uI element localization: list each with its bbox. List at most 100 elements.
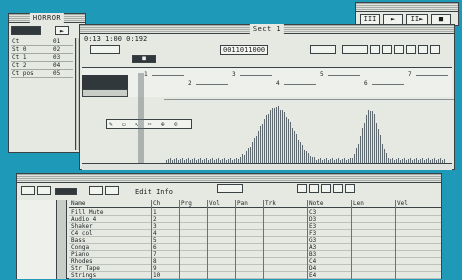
list-strip-6[interactable] <box>345 184 355 193</box>
waveform-bar <box>376 123 377 164</box>
track-row[interactable]: Ct 2 04 <box>11 62 73 70</box>
list-row[interactable]: C4 col 4 F3 <box>69 230 441 237</box>
pencil-icon[interactable]: ✎ <box>109 121 113 128</box>
list-row[interactable]: Rhodes 8 C4 <box>69 258 441 265</box>
list-header-cell[interactable]: Trk <box>265 200 276 207</box>
list-header-cell[interactable]: Prg <box>181 200 192 207</box>
snap-button[interactable] <box>310 45 336 54</box>
eraser-icon[interactable]: ▭ <box>122 121 126 128</box>
controller-waveform <box>166 106 445 164</box>
ruler-marker-label: 6 <box>364 80 368 87</box>
list-cell-name: Rhodes <box>71 258 93 265</box>
tracks-title: HORROR <box>29 13 65 23</box>
bottom-scroll[interactable] <box>82 163 452 170</box>
list-header-cell[interactable]: Pan <box>237 200 248 207</box>
tracks-arrow-button[interactable]: ► <box>55 26 69 35</box>
list-header-cell[interactable]: Name <box>71 200 85 207</box>
list-row[interactable]: Bass 5 G3 <box>69 237 441 244</box>
waveform-bar <box>278 106 279 164</box>
track-info-strip <box>82 89 128 97</box>
list-header-cell[interactable]: Vol <box>209 200 220 207</box>
list-toolbar-text: Edit Info <box>135 188 173 196</box>
list-cell: 2 <box>153 216 157 223</box>
list-titlebar[interactable] <box>17 174 441 183</box>
list-column-divider <box>307 200 308 279</box>
ruler-segment <box>372 84 404 85</box>
track-name: Ct 1 <box>12 54 27 61</box>
ruler-marker-label: 4 <box>276 80 280 87</box>
track-row[interactable]: St 0 02 <box>11 46 73 54</box>
waveform-bar <box>380 135 381 164</box>
tracks-titlebar[interactable]: HORROR <box>9 13 85 23</box>
tool-btn-c[interactable] <box>394 45 404 54</box>
list-column-divider <box>207 200 208 279</box>
tool-btn-a[interactable] <box>370 45 380 54</box>
list-btn-2[interactable] <box>37 186 51 195</box>
scissors-icon[interactable]: ✂ <box>148 121 152 128</box>
list-cell: 7 <box>153 251 157 258</box>
list-mode-button[interactable] <box>55 188 77 195</box>
controller-area[interactable] <box>164 99 454 164</box>
waveform-bar <box>280 110 281 164</box>
track-row[interactable]: Ct 1 03 <box>11 54 73 62</box>
list-row[interactable]: Strings 10 E4 <box>69 272 441 279</box>
track-row[interactable]: Ct pos 05 <box>11 70 73 78</box>
list-cell: 4 <box>153 230 157 237</box>
list-cell: C3 <box>309 209 317 216</box>
waveform-bar <box>290 122 291 164</box>
list-strip-4[interactable] <box>321 184 331 193</box>
list-row[interactable]: Audio 4 2 D3 <box>69 216 441 223</box>
list-cell-name: Str Tape <box>71 265 100 272</box>
list-btn-3[interactable] <box>89 186 103 195</box>
list-cell: F3 <box>309 230 317 237</box>
track-value: 04 <box>53 62 61 69</box>
tracks-mode-button[interactable] <box>11 26 41 35</box>
list-btn-4[interactable] <box>105 186 119 195</box>
transport-titlebar[interactable] <box>356 3 458 12</box>
list-row[interactable]: Fill Mute 1 C3 <box>69 209 441 216</box>
tool-btn-d[interactable] <box>406 45 416 54</box>
list-strip-1[interactable] <box>217 184 243 193</box>
list-row[interactable]: Str Tape 9 D4 <box>69 265 441 272</box>
list-header-cell[interactable]: Len <box>353 200 364 207</box>
counter-display: 0011011000 <box>220 45 269 55</box>
quantize-button[interactable] <box>90 45 120 54</box>
track-row[interactable]: Ct 01 <box>11 38 73 46</box>
list-row[interactable]: Piano 7 B3 <box>69 251 441 258</box>
list-strip-3[interactable] <box>309 184 319 193</box>
waveform-bar <box>294 131 295 164</box>
list-strip-5[interactable] <box>333 184 343 193</box>
track-name: St 0 <box>12 46 27 53</box>
list-selector-column[interactable] <box>57 200 67 279</box>
list-header-cell[interactable]: Vel <box>397 200 408 207</box>
tool-btn-f[interactable] <box>430 45 440 54</box>
waveform-bar <box>302 145 303 164</box>
list-btn-1[interactable] <box>21 186 35 195</box>
ruler-segment <box>416 75 448 76</box>
editor-titlebar[interactable]: Sect 1 <box>80 24 454 34</box>
grid-button[interactable] <box>342 45 368 54</box>
list-header-cell[interactable]: Note <box>309 200 323 207</box>
list-column-divider <box>395 200 396 279</box>
playhead-cursor[interactable] <box>138 73 144 169</box>
transport-window: III ► II► ■ <box>355 2 459 26</box>
tool-btn-b[interactable] <box>382 45 392 54</box>
waveform-bar <box>260 126 261 164</box>
list-cell-name: Shaker <box>71 223 93 230</box>
waveform-bar <box>370 111 371 164</box>
tool-btn-e[interactable] <box>418 45 428 54</box>
list-header-cell[interactable]: Ch <box>153 200 160 207</box>
waveform-bar <box>362 128 363 164</box>
list-cell-name: Audio 4 <box>71 216 97 223</box>
track-name: Ct pos <box>12 70 34 77</box>
waveform-bar <box>254 138 255 164</box>
list-row[interactable]: Conga 6 A3 <box>69 244 441 251</box>
position-readout: 0:13 1:00 0:192 <box>84 35 148 43</box>
waveform-bar <box>264 119 265 164</box>
list-strip-2[interactable] <box>297 184 307 193</box>
list-row[interactable]: Shaker 3 E3 <box>69 223 441 230</box>
list-cell-name: Piano <box>71 251 90 258</box>
edit-mode-button[interactable]: ■ <box>132 55 156 63</box>
list-cell: C4 <box>309 258 317 265</box>
list-side-panel <box>17 200 57 279</box>
